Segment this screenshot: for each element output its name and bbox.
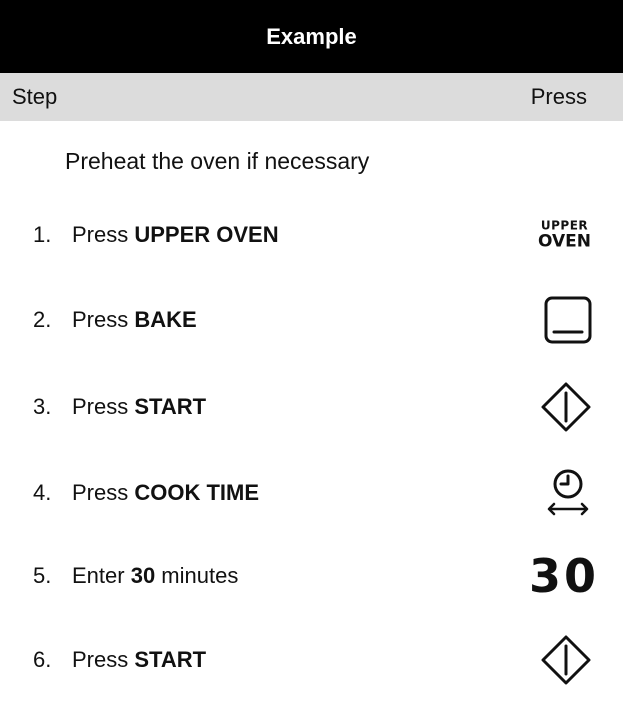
step-key-name: BAKE	[134, 307, 197, 332]
step-number: 2.	[33, 307, 52, 332]
step-prefix: Press	[72, 647, 135, 672]
step-instruction: Press BAKE	[72, 307, 197, 333]
step-number: 6.	[33, 647, 52, 672]
upper-oven-key-line2: OVEN	[538, 231, 591, 252]
step-column-header: Step	[12, 84, 58, 109]
cook-time-icon	[543, 465, 593, 521]
step-instruction: Enter 30 minutes	[72, 563, 238, 589]
step-row-6: 6. Press START	[0, 630, 623, 690]
upper-oven-key-icon: UPPER OVEN	[538, 220, 593, 251]
step-row-1: 1. Press UPPER OVEN UPPER OVEN	[0, 205, 623, 265]
step-value: 30	[130, 563, 156, 588]
step-instruction: Press START	[72, 394, 206, 420]
upper-oven-key-line1: UPPER	[540, 218, 589, 233]
step-key-name: COOK TIME	[134, 480, 260, 505]
step-number: 4.	[33, 480, 52, 505]
step-row-4: 4. Press COOK TIME	[0, 463, 623, 523]
step-instruction: Press START	[72, 647, 206, 673]
table-header: Step Press	[0, 73, 623, 121]
step-prefix: Press	[72, 307, 135, 332]
step-prefix: Press	[72, 480, 135, 505]
step-row-2: 2. Press BAKE	[0, 290, 623, 350]
step-row-3: 3. Press START	[0, 377, 623, 437]
step-number: 5.	[33, 563, 52, 588]
step-number: 3.	[33, 394, 52, 419]
press-column-header: Press	[530, 84, 587, 109]
minutes-value: 30	[528, 549, 599, 603]
step-key-name: START	[134, 647, 207, 672]
step-prefix: Enter	[72, 563, 131, 588]
step-row-5: 5. Enter 30 minutes 30	[0, 546, 623, 606]
step-prefix: Press	[72, 222, 135, 247]
preheat-note: Preheat the oven if necessary	[65, 148, 370, 174]
bake-icon	[543, 295, 593, 345]
step-suffix: minutes	[155, 563, 239, 588]
number-30-display: 30	[529, 553, 596, 599]
step-number: 1.	[33, 222, 52, 247]
table-title: Example	[0, 0, 623, 73]
start-icon	[539, 633, 593, 687]
step-key-name: UPPER OVEN	[134, 222, 279, 247]
step-instruction: Press COOK TIME	[72, 480, 259, 506]
step-key-name: START	[134, 394, 207, 419]
start-icon	[539, 380, 593, 434]
step-prefix: Press	[72, 394, 135, 419]
table-title-text: Example	[266, 23, 357, 49]
step-instruction: Press UPPER OVEN	[72, 222, 279, 248]
